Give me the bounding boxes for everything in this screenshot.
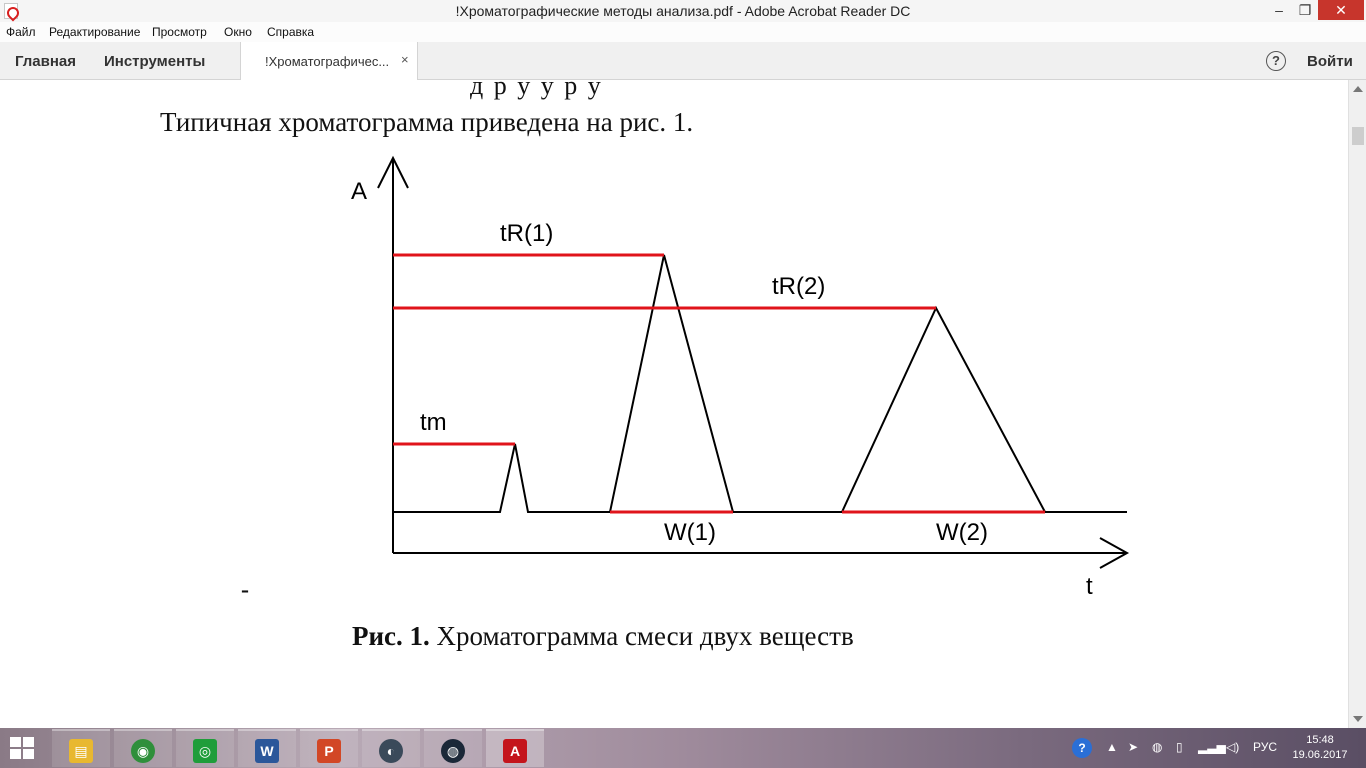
caption-text: Хроматограмма смеси двух веществ [429,621,854,651]
tab-document[interactable]: !Хроматографичес... × [240,42,418,80]
tab-toolbar: Главная Инструменты !Хроматографичес... … [0,42,1366,80]
tab-tools[interactable]: Инструменты [104,53,205,70]
menu-view[interactable]: Просмотр [152,25,207,39]
menu-help[interactable]: Справка [267,25,314,39]
scroll-thumb[interactable] [1352,127,1364,145]
taskbar-powerpoint-icon[interactable]: P [300,729,358,767]
tm-label: tm [420,409,447,436]
close-tab-icon[interactable]: × [401,52,409,67]
tray-network-icon[interactable]: ▂▃▅ [1198,740,1226,754]
tr2-label: tR(2) [772,273,825,300]
help-icon[interactable]: ? [1266,51,1286,71]
menu-window[interactable]: Окно [224,25,252,39]
title-bar: !Хроматографические методы анализа.pdf -… [0,0,1366,22]
taskbar-steam-icon[interactable]: ◍ [424,729,482,767]
tray-battery-icon[interactable]: ▯ [1176,740,1183,754]
y-axis-label: A [351,178,367,205]
clock-date: 19.06.2017 [1292,749,1348,761]
maximize-button[interactable]: ❐ [1292,0,1318,20]
caption-bold: Рис. 1. [352,621,430,651]
taskbar-word-icon[interactable]: W [238,729,296,767]
stray-dash: - [241,577,249,603]
taskbar-acrobat-icon[interactable]: A [486,729,544,767]
tab-home[interactable]: Главная [15,53,76,70]
tray-clock[interactable]: 15:48 19.06.2017 [1290,733,1350,763]
tray-help-icon[interactable]: ? [1072,738,1092,758]
window-title: !Хроматографические методы анализа.pdf -… [455,3,911,19]
x-axis-label: t [1086,573,1093,600]
tab-document-label: !Хроматографичес... [265,54,390,69]
menu-edit[interactable]: Редактирование [49,25,140,39]
tray-telegram-icon[interactable]: ➤ [1128,740,1138,754]
tray-language[interactable]: РУС [1253,740,1277,754]
vertical-scrollbar[interactable] [1348,80,1366,728]
chromatogram-trace [393,254,1127,513]
w2-label: W(2) [936,519,988,546]
tray-steam-icon[interactable]: ◍ [1152,740,1162,754]
scroll-up-icon[interactable] [1353,86,1363,92]
tr1-label: tR(1) [500,220,553,247]
menu-bar: Файл Редактирование Просмотр Окно Справк… [0,22,1366,42]
menu-file[interactable]: Файл [6,25,36,39]
taskbar-camera-icon[interactable]: ◎ [176,729,234,767]
close-window-button[interactable]: ✕ [1318,0,1364,20]
signin-button[interactable]: Войти [1307,53,1353,70]
document-page: д р у у р у Типичная хроматограмма приве… [0,80,1348,728]
taskbar-media-icon[interactable]: ◐ [362,729,420,767]
start-button[interactable] [10,737,34,759]
scroll-down-icon[interactable] [1353,716,1363,722]
figure-caption: Рис. 1. Хроматограмма смеси двух веществ [352,621,854,652]
tray-expand-icon[interactable]: ▲ [1106,740,1118,754]
taskbar: ▤ ◉ ◎ W P ◐ ◍ A ? ▲ ➤ ◍ ▯ ▂▃▅ ◁) РУС 15:… [0,728,1366,768]
tray-volume-icon[interactable]: ◁) [1226,740,1239,754]
minimize-button[interactable]: – [1266,0,1292,20]
taskbar-file-explorer-icon[interactable]: ▤ [52,729,110,767]
w1-label: W(1) [664,519,716,546]
taskbar-chrome-icon[interactable]: ◉ [114,729,172,767]
clock-time: 15:48 [1306,734,1334,746]
